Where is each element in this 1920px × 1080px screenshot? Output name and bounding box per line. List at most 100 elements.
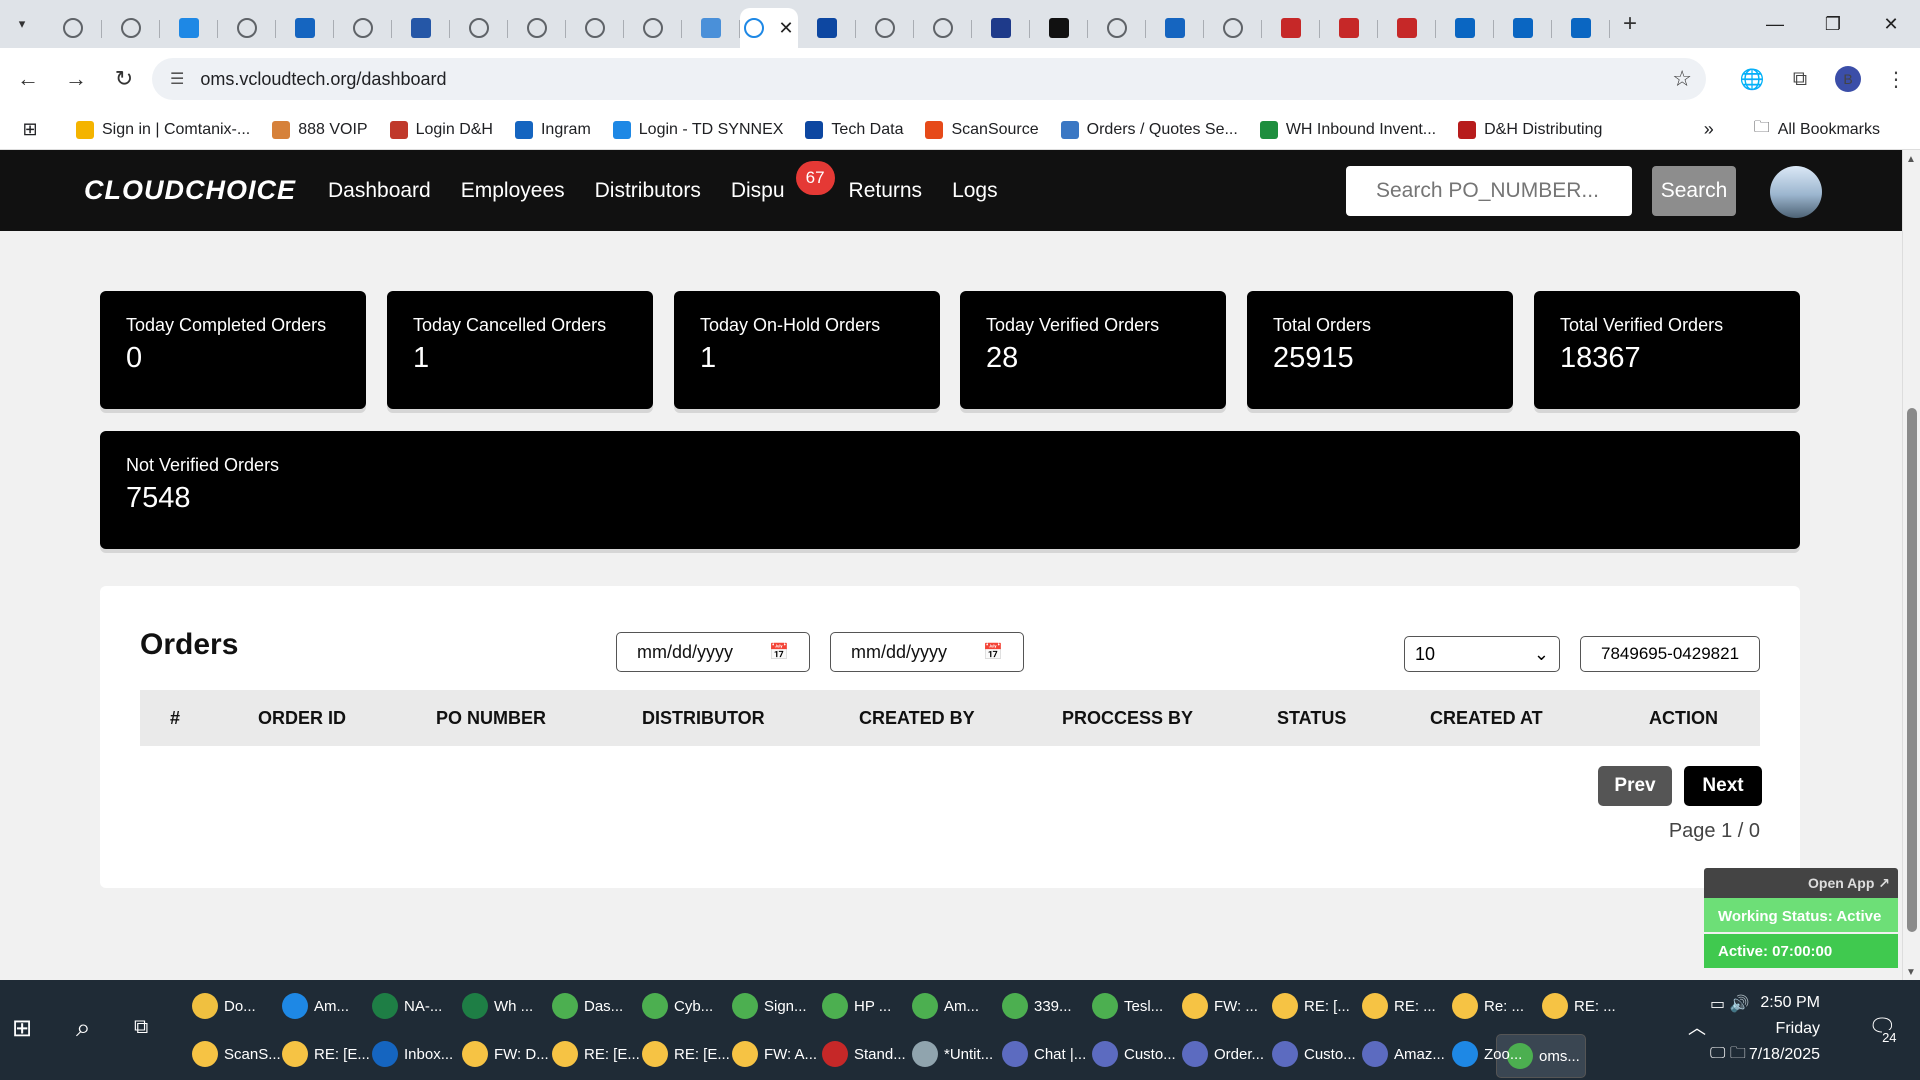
browser-tab[interactable] [972,8,1030,48]
nav-returns[interactable]: Returns [849,179,923,203]
scrollbar-thumb[interactable] [1907,408,1917,932]
minimize-button[interactable]: — [1746,0,1804,48]
nav-distributors[interactable]: Distributors [595,179,701,203]
tab-search-dropdown-icon[interactable]: ▾ [0,0,44,48]
browser-tab[interactable] [798,8,856,48]
windows-start-icon[interactable]: ⊞ [12,1014,32,1043]
taskbar-window-button[interactable]: Am... [282,984,372,1028]
browser-tab[interactable] [682,8,740,48]
start-date-input[interactable]: mm/dd/yyyy 📅 [616,632,810,672]
browser-tab[interactable] [44,8,102,48]
page-size-select[interactable]: 10 ⌄ [1404,636,1560,672]
browser-tab[interactable] [1378,8,1436,48]
forward-button[interactable]: → [56,59,96,99]
bookmark-item[interactable]: ScanSource [925,120,1039,139]
taskbar-window-button[interactable]: RE: ... [1542,984,1632,1028]
taskbar-window-button[interactable]: Wh ... [462,984,552,1028]
bookmark-star-icon[interactable]: ☆ [1672,66,1692,92]
taskbar-window-button[interactable]: Custo... [1092,1032,1182,1076]
browser-tab[interactable] [1320,8,1378,48]
all-bookmarks-folder[interactable]: 🗀 All Bookmarks [1754,116,1880,143]
bookmark-item[interactable]: Tech Data [805,120,903,139]
browser-tab[interactable] [102,8,160,48]
nav-logs[interactable]: Logs [952,179,998,203]
scroll-up-icon[interactable]: ▲ [1906,154,1916,165]
browser-tab[interactable] [856,8,914,48]
po-search-input[interactable] [1346,166,1632,216]
new-tab-button[interactable]: + [1610,10,1650,38]
search-button[interactable]: Search [1652,166,1736,216]
bookmark-item[interactable]: Orders / Quotes Se... [1060,120,1238,139]
browser-tab[interactable] [566,8,624,48]
taskbar-window-button[interactable]: ScanS... [192,1032,282,1076]
taskbar-window-button[interactable]: RE: [... [1272,984,1362,1028]
nav-employees[interactable]: Employees [461,179,565,203]
bookmark-item[interactable]: Ingram [514,120,591,139]
taskbar-window-button[interactable]: Das... [552,984,642,1028]
taskbar-window-button[interactable]: RE: [E... [552,1032,642,1076]
browser-tab[interactable] [1204,8,1262,48]
back-button[interactable]: ← [8,59,48,99]
prev-page-button[interactable]: Prev [1598,766,1672,806]
active-tab[interactable]: ✕ [740,8,798,48]
bookmark-item[interactable]: D&H Distributing [1458,120,1602,139]
restore-button[interactable]: ❐ [1804,0,1862,48]
browser-tab[interactable] [392,8,450,48]
more-bookmarks-icon[interactable]: » [1704,119,1714,140]
browser-tab[interactable] [508,8,566,48]
calendar-icon[interactable]: 📅 [983,642,1003,662]
tray-overflow-icon[interactable]: ︿ [1688,1014,1706,1040]
taskbar-window-button[interactable]: Sign... [732,984,822,1028]
taskbar-window-button[interactable]: Order... [1182,1032,1272,1076]
browser-tab[interactable] [450,8,508,48]
browser-tab[interactable] [334,8,392,48]
taskbar-window-button[interactable]: Inbox... [372,1032,462,1076]
apps-grid-icon[interactable]: ⊞ [0,119,60,140]
nav-disputes[interactable]: Dispu 67 [731,160,835,203]
taskbar-window-button[interactable]: RE: [E... [642,1032,732,1076]
taskbar-clock[interactable]: 2:50 PM Friday 7/18/2025 [1720,990,1820,1068]
taskbar-window-button[interactable]: NA-... [372,984,462,1028]
taskbar-window-button[interactable]: Tesl... [1092,984,1182,1028]
end-date-input[interactable]: mm/dd/yyyy 📅 [830,632,1024,672]
browser-tab[interactable] [160,8,218,48]
taskbar-window-button[interactable]: HP ... [822,984,912,1028]
taskbar-window-button[interactable]: Cyb... [642,984,732,1028]
taskbar-window-button[interactable]: FW: D... [462,1032,552,1076]
url-text[interactable]: oms.vcloudtech.org/dashboard [200,69,446,90]
browser-tab[interactable] [276,8,334,48]
browser-tab[interactable] [1262,8,1320,48]
taskbar-window-button[interactable]: RE: ... [1362,984,1452,1028]
open-app-link[interactable]: Open App ↗ [1704,868,1898,898]
taskbar-window-button[interactable]: Re: ... [1452,984,1542,1028]
bookmark-item[interactable]: Login - TD SYNNEX [612,120,783,139]
scroll-down-icon[interactable]: ▼ [1906,967,1916,978]
taskbar-window-button[interactable]: Chat |... [1002,1032,1092,1076]
browser-tab[interactable] [1146,8,1204,48]
taskbar-window-button[interactable]: Custo... [1272,1032,1362,1076]
site-info-icon[interactable]: ☰ [170,69,184,89]
reload-button[interactable]: ↻ [104,59,144,99]
bookmark-item[interactable]: WH Inbound Invent... [1259,120,1436,139]
taskbar-window-button[interactable]: FW: ... [1182,984,1272,1028]
browser-tab[interactable] [914,8,972,48]
notification-center-icon[interactable]: 🗨 24 [1868,1014,1897,1045]
close-tab-icon[interactable]: ✕ [778,18,793,39]
browser-tab[interactable] [1088,8,1146,48]
taskbar-window-button[interactable]: Amaz... [1362,1032,1452,1076]
browser-tab[interactable] [218,8,276,48]
translate-icon[interactable]: 🌐 [1728,67,1776,92]
bookmark-item[interactable]: Login D&H [389,120,493,139]
browser-tab[interactable] [1494,8,1552,48]
omnibox[interactable]: ☰ oms.vcloudtech.org/dashboard ☆ [152,58,1706,100]
profile-avatar[interactable]: B [1835,66,1861,92]
user-avatar[interactable] [1770,166,1822,218]
task-view-icon[interactable]: ⧉ [134,1016,148,1039]
bookmark-item[interactable]: 888 VOIP [272,120,368,139]
cloudchoice-logo[interactable]: CLOUDCHOICE [84,175,295,206]
close-window-button[interactable]: ✕ [1862,0,1920,48]
search-icon[interactable]: ⌕ [76,1012,91,1044]
taskbar-window-button[interactable]: RE: [E... [282,1032,372,1076]
browser-tab[interactable] [1552,8,1610,48]
calendar-icon[interactable]: 📅 [769,642,789,662]
